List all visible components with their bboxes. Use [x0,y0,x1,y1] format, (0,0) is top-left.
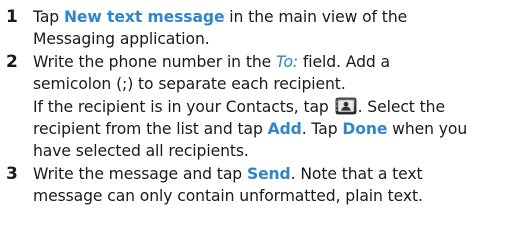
instruction-steps: 1 Tap New text message in the main view … [0,0,517,205]
step-number: 3 [6,163,18,184]
step-text: when you [387,120,468,139]
step-line: Messaging application. [33,30,210,49]
step-line: semicolon (;) to separate each recipient… [33,75,346,94]
step-line: Tap New text message in the main view of… [33,6,517,28]
step-1: 1 Tap New text message in the main view … [0,6,517,51]
send-keyword: Send [246,164,291,183]
step-line: recipient from the list and tap Add. Tap… [33,118,517,140]
step-text: . Tap [301,120,343,139]
to-field-label: To: [275,52,299,71]
step-text: Tap [33,8,64,26]
step-line: have selected all recipients. [33,142,249,161]
step-line: message can only contain unformatted, pl… [33,187,423,206]
step-text: field. Add a [298,52,390,71]
step-number: 1 [6,7,18,27]
step-text: recipient from the list and tap [33,120,268,139]
step-text: . Select the [357,97,445,116]
step-text: in the main view of the [224,8,408,26]
contacts-icon [334,97,356,115]
step-3: 3 Write the message and tap Send. Note t… [0,163,517,208]
new-text-message-keyword: New text message [63,8,225,26]
step-text: Write the phone number in the [33,52,276,71]
step-text: Write the message and tap [33,164,247,183]
add-keyword: Add [267,120,302,139]
step-line: If the recipient is in your Contacts, ta… [33,96,517,118]
done-keyword: Done [342,120,388,139]
step-text: . Note that a text [290,164,423,183]
step-text: If the recipient is in your Contacts, ta… [33,97,334,116]
step-2: 2 Write the phone number in the To: fiel… [0,51,517,163]
step-number: 2 [6,51,18,72]
step-line: Write the phone number in the To: field.… [33,51,517,73]
step-line: Write the message and tap Send. Note tha… [33,163,517,185]
